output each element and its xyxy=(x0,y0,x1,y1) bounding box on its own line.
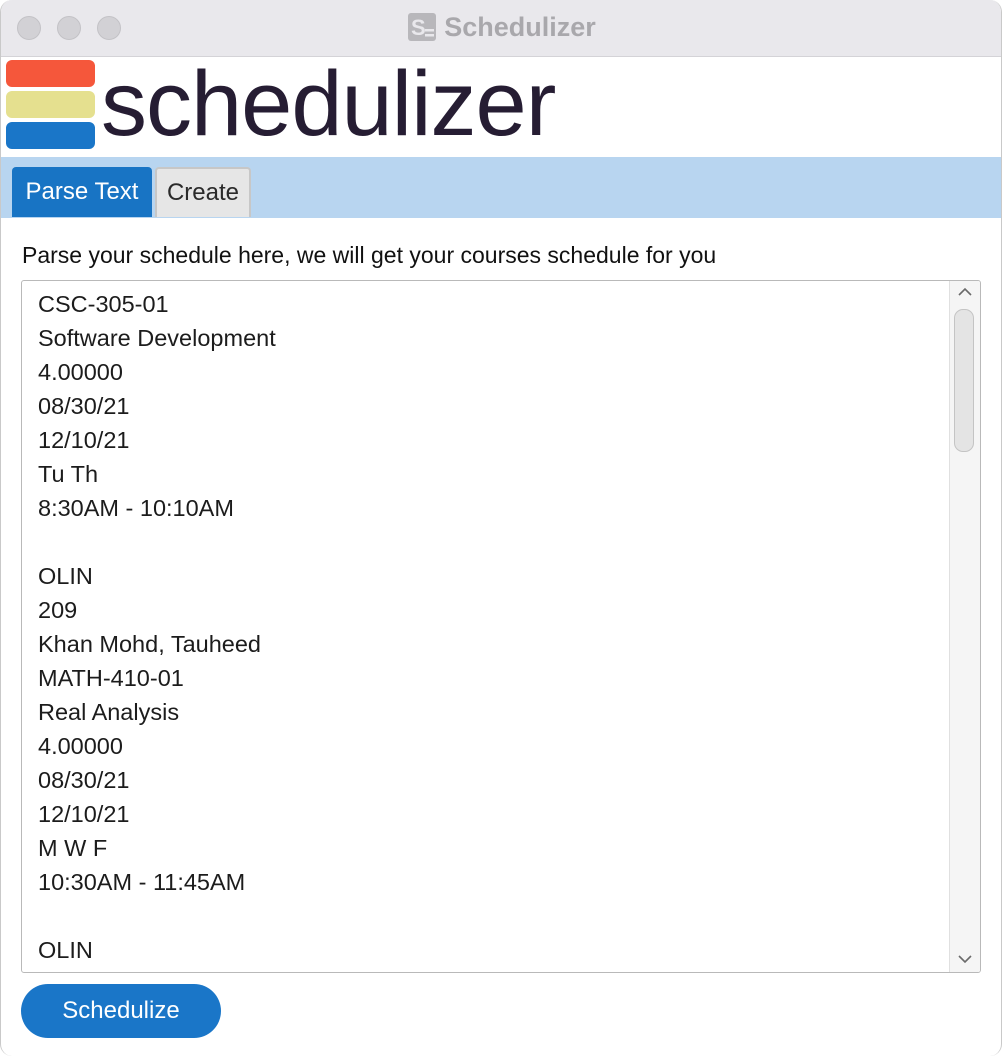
window-title: Schedulizer xyxy=(444,12,596,42)
instructions-label: Parse your schedule here, we will get yo… xyxy=(22,242,717,268)
vertical-scrollbar[interactable] xyxy=(949,281,980,972)
schedule-text-line: 12/10/21 xyxy=(38,427,130,453)
svg-text:S: S xyxy=(411,15,426,40)
schedule-text-line: Software Development xyxy=(38,325,276,351)
schedule-text-line: Tu Th xyxy=(38,461,99,487)
schedule-text-line: M W F xyxy=(38,835,108,861)
tab-parse-text[interactable]: Parse Text xyxy=(12,167,152,217)
schedule-text-area[interactable]: CSC-305-01 Software Development 4.00000 08/… xyxy=(21,280,981,973)
logo-bar-yellow xyxy=(6,91,95,118)
schedule-text-line: MATH-410-01 xyxy=(38,665,184,691)
schedule-text-content[interactable]: CSC-305-01 Software Development 4.00000 08/… xyxy=(38,287,938,967)
schedule-text-line: CSC-305-01 xyxy=(38,291,169,317)
schedule-text-line: 8:30AM - 10:10AM xyxy=(38,495,234,521)
schedulizer-app-icon: S xyxy=(408,12,437,41)
schedule-text-line xyxy=(38,899,938,933)
logo-bar-blue xyxy=(6,122,95,149)
schedule-text-line: OLIN xyxy=(38,563,93,589)
schedule-text-line: OLIN xyxy=(38,937,93,963)
tab-bar: Parse Text Create xyxy=(1,157,1001,218)
chevron-down-icon[interactable] xyxy=(950,948,980,972)
schedule-text-line: 08/30/21 xyxy=(38,393,130,419)
app-header: schedulizer xyxy=(1,53,1001,157)
schedule-text-line: 4.00000 xyxy=(38,359,123,385)
chevron-up-icon[interactable] xyxy=(950,281,980,305)
schedule-text-line: 08/30/21 xyxy=(38,767,130,793)
logo-bar-red xyxy=(6,60,95,87)
tab-create[interactable]: Create xyxy=(155,167,251,217)
scrollbar-thumb[interactable] xyxy=(954,309,974,452)
window-title-group: S Schedulizer xyxy=(1,10,1001,44)
schedule-text-line: 209 xyxy=(38,597,78,623)
schedule-text-line: Real Analysis xyxy=(38,699,180,725)
schedulize-button[interactable]: Schedulize xyxy=(21,984,221,1038)
schedule-text-line xyxy=(38,525,938,559)
schedule-text-line: 4.00000 xyxy=(38,733,123,759)
schedule-text-line: 12/10/21 xyxy=(38,801,130,827)
schedule-text-line: 10:30AM - 11:45AM xyxy=(38,869,246,895)
app-window: S Schedulizer schedulizer Parse Text Cre… xyxy=(0,0,1002,1056)
schedule-text-line: Khan Mohd, Tauheed xyxy=(38,631,261,657)
logo-wordmark: schedulizer xyxy=(101,53,556,155)
